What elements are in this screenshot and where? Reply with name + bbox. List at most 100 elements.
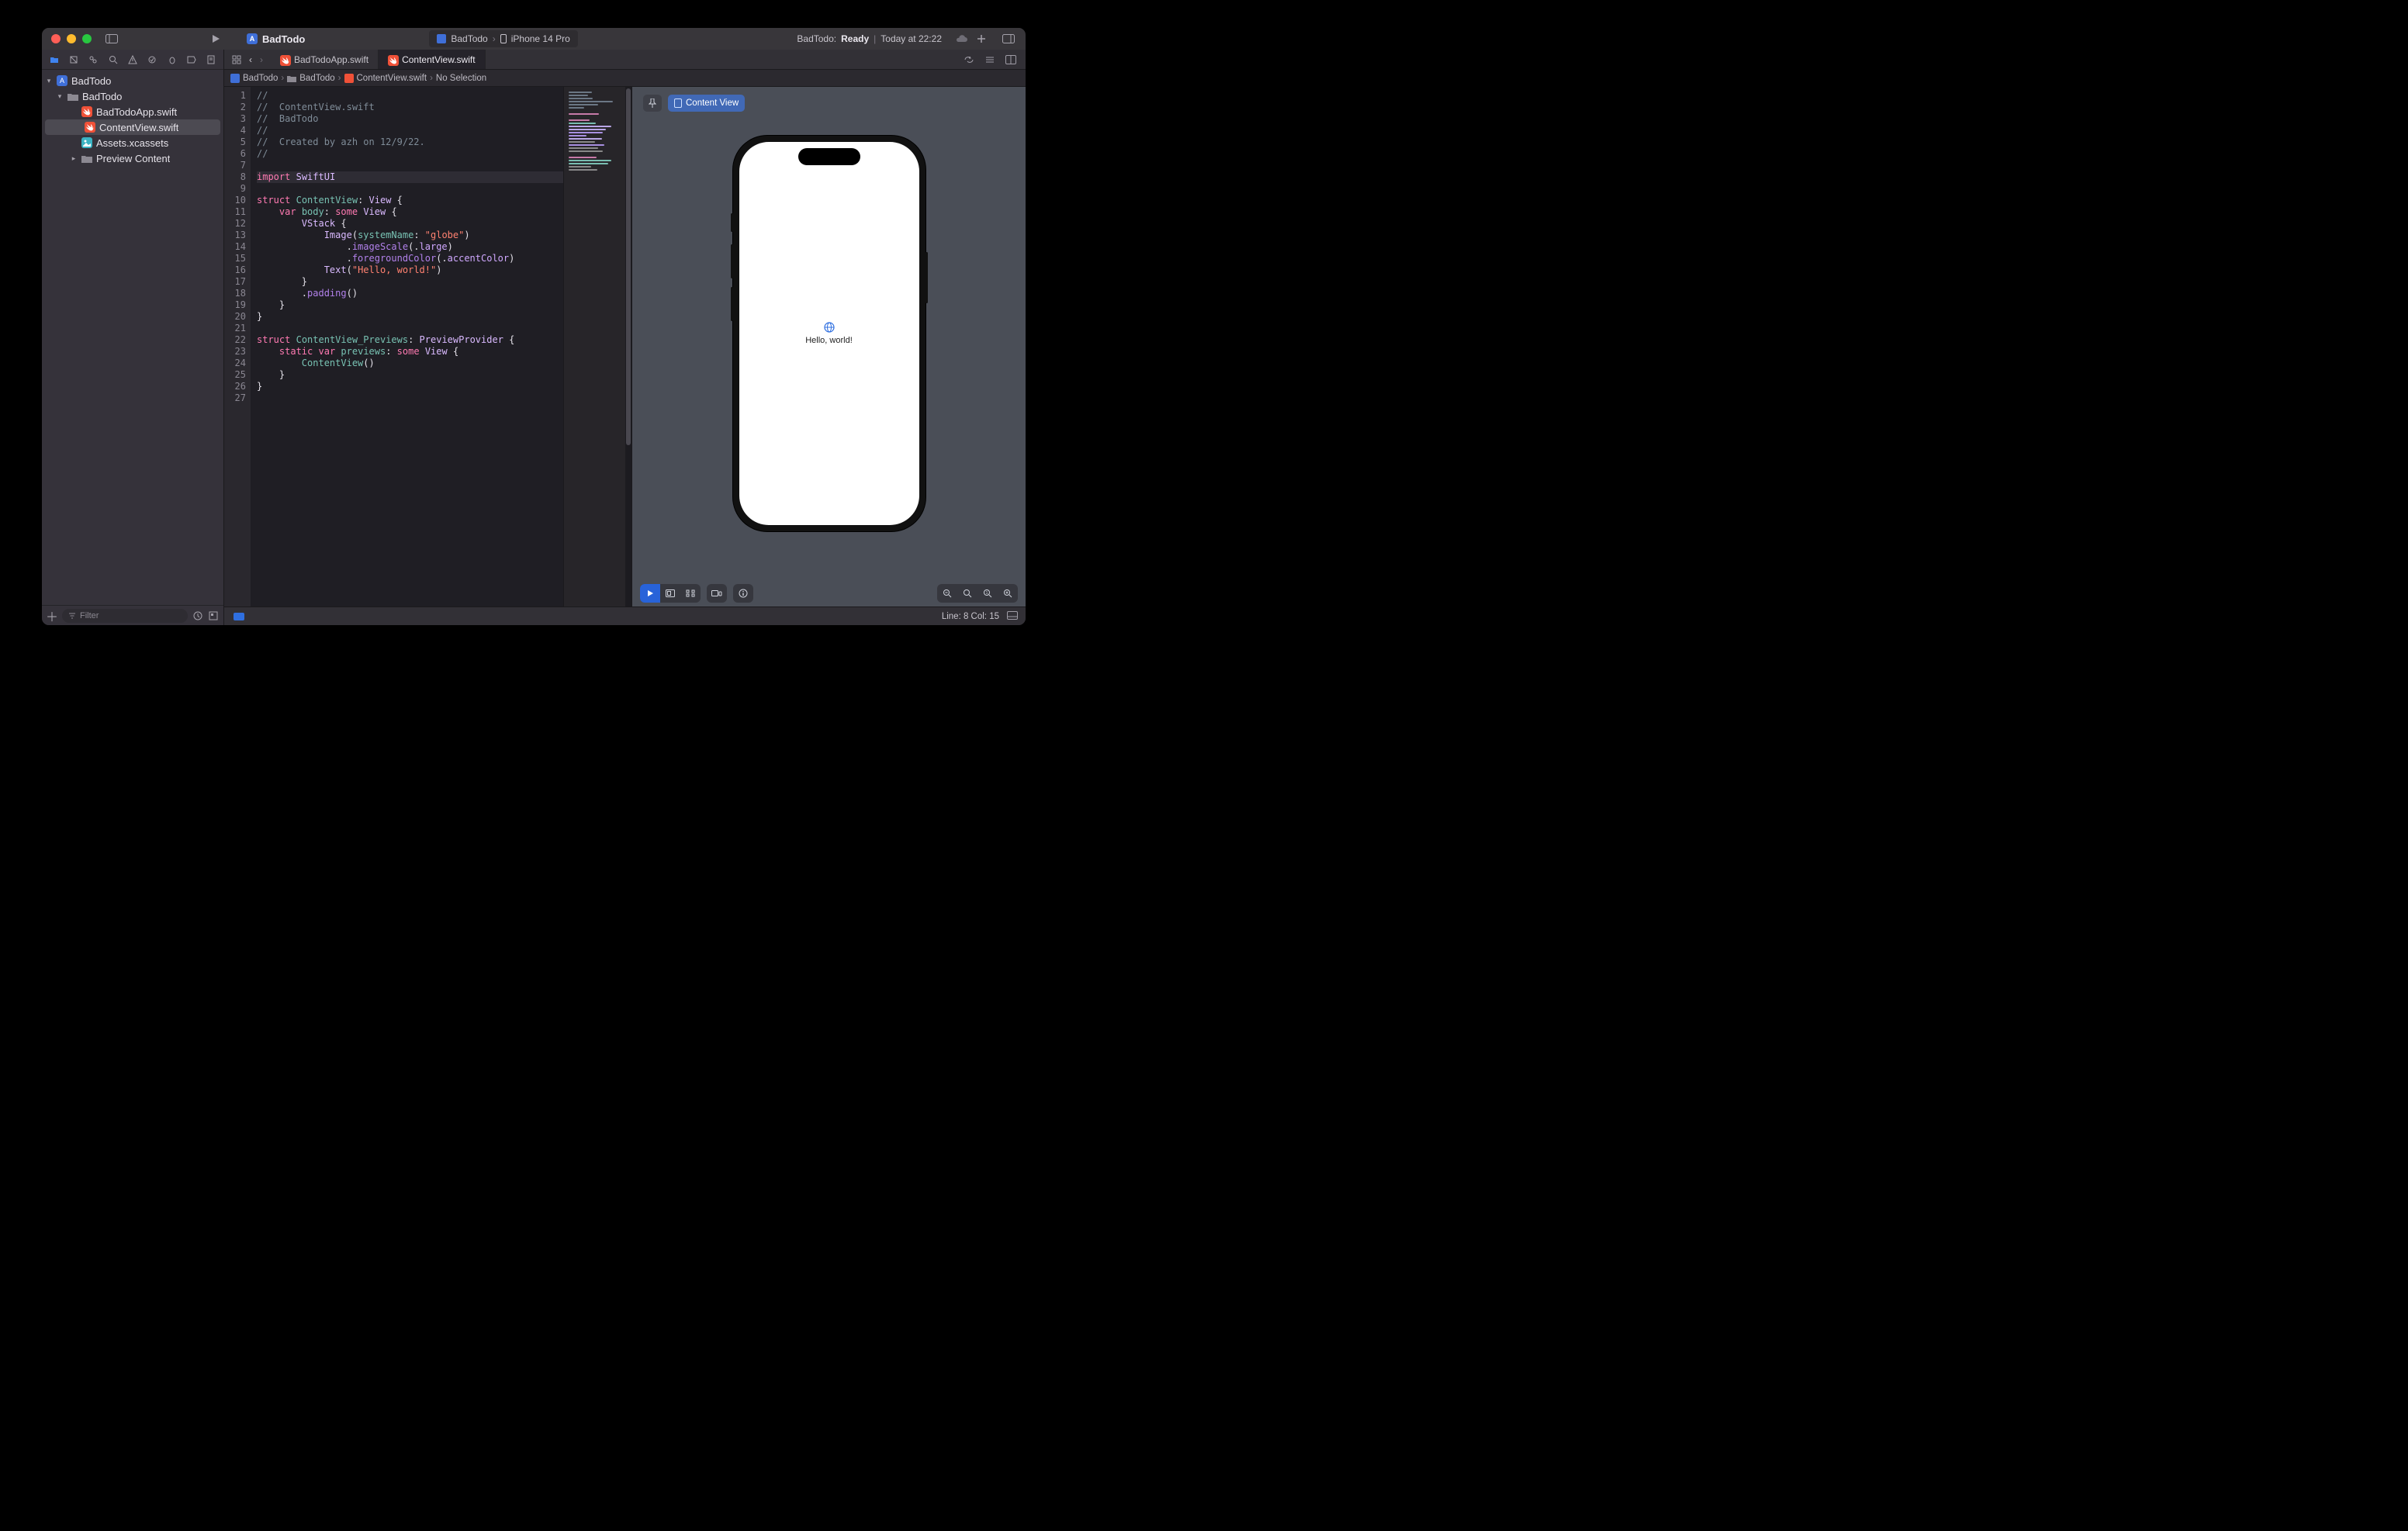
zoom-fit-button[interactable] [957,584,977,603]
swift-icon [84,121,96,133]
tree-item-label: BadTodo [82,91,122,102]
tab-label: BadTodoApp.swift [294,54,368,65]
preview-device-icon [674,98,682,108]
iphone-power-button [925,252,928,303]
preview-info-button[interactable] [733,584,753,603]
disclosure-icon[interactable]: ▾ [56,92,64,101]
preview-selector[interactable]: Content View [668,95,745,112]
code-line[interactable]: struct ContentView: View { [257,195,563,206]
code-line[interactable]: import SwiftUI [257,171,563,183]
code-line[interactable]: // BadTodo [257,113,563,125]
related-items-icon[interactable] [232,55,241,64]
breakpoint-navigator-icon[interactable] [185,54,197,66]
code-line[interactable]: // [257,90,563,102]
code-line[interactable]: } [257,299,563,311]
zoom-actual-button[interactable]: 1 [977,584,998,603]
toggle-debug-area-icon[interactable] [1007,611,1018,622]
add-file-button[interactable]: ＋ [47,610,57,621]
code-line[interactable] [257,323,563,334]
close-window-button[interactable] [51,34,61,43]
adjust-editor-icon[interactable] [985,55,995,64]
device-settings-button[interactable] [707,584,727,603]
code-line[interactable]: } [257,381,563,392]
scheme-selector[interactable]: BadTodo › iPhone 14 Pro [429,30,577,47]
filter-placeholder: Filter [80,611,99,620]
find-navigator-icon[interactable] [107,54,119,66]
code-line[interactable]: var body: some View { [257,206,563,218]
symbol-navigator-icon[interactable] [88,54,99,66]
issue-navigator-icon[interactable] [126,54,138,66]
minimize-window-button[interactable] [67,34,76,43]
code-line[interactable]: ContentView() [257,358,563,369]
disclosure-icon[interactable]: ▸ [70,154,78,163]
filter-input[interactable]: Filter [62,609,188,623]
code-line[interactable]: Text("Hello, world!") [257,264,563,276]
add-assistant-icon[interactable] [1005,55,1016,64]
code-line[interactable] [257,160,563,171]
scrollbar-thumb[interactable] [626,88,631,445]
recent-files-icon[interactable] [192,610,203,621]
variants-preview-button[interactable] [680,584,701,603]
code-line[interactable]: Image(systemName: "globe") [257,230,563,241]
code-line[interactable]: static var previews: some View { [257,346,563,358]
code-line[interactable]: } [257,276,563,288]
scm-status-icon[interactable] [208,610,219,621]
pin-preview-button[interactable] [643,95,662,112]
live-preview-button[interactable] [640,584,660,603]
code-line[interactable]: } [257,311,563,323]
code-line[interactable] [257,392,563,404]
test-navigator-icon[interactable] [147,54,158,66]
editor-tab[interactable]: ContentView.swift [379,50,486,69]
library-icon[interactable] [1002,34,1015,43]
tree-item-label: Assets.xcassets [96,137,168,149]
code-line[interactable]: .padding() [257,288,563,299]
editor-scrollbar[interactable] [625,87,631,607]
code-line[interactable]: .imageScale(.large) [257,241,563,253]
report-navigator-icon[interactable] [206,54,217,66]
project-navigator-icon[interactable] [48,54,60,66]
tree-item[interactable]: ▾ABadTodo [42,73,223,88]
tab-label: ContentView.swift [402,54,476,65]
code-content[interactable]: //// ContentView.swift// BadTodo//// Cre… [251,87,563,607]
zoom-out-button[interactable] [937,584,957,603]
tree-item[interactable]: ContentView.swift [45,119,220,135]
code-editor[interactable]: 1234567891011121314151617181920212223242… [224,87,631,607]
editor-tab[interactable]: BadTodoApp.swift [271,50,379,69]
code-line[interactable]: } [257,369,563,381]
code-line[interactable] [257,183,563,195]
code-line[interactable]: // Created by azh on 12/9/22. [257,137,563,148]
preview-badge-label: Content View [686,98,739,108]
code-line[interactable]: struct ContentView_Previews: PreviewProv… [257,334,563,346]
code-line[interactable]: VStack { [257,218,563,230]
source-control-navigator-icon[interactable] [67,54,79,66]
scheme-device: iPhone 14 Pro [511,33,570,44]
add-editor-icon[interactable] [976,33,987,44]
tree-item[interactable]: BadTodoApp.swift [42,104,223,119]
nav-forward-icon[interactable]: › [260,54,263,65]
disclosure-icon[interactable]: ▾ [45,77,53,85]
debug-indicator[interactable] [234,613,244,620]
toggle-navigator-icon[interactable] [106,33,118,45]
tree-item[interactable]: Assets.xcassets [42,135,223,150]
nav-back-icon[interactable]: ‹ [249,54,252,65]
zoom-in-button[interactable] [998,584,1018,603]
zoom-window-button[interactable] [82,34,92,43]
code-line[interactable]: // [257,148,563,160]
minimap[interactable] [563,87,625,607]
iphone-screen[interactable]: Hello, world! [739,142,919,525]
iphone-volume-up [731,244,733,278]
tree-item[interactable]: ▸Preview Content [42,150,223,166]
jump-bar[interactable]: BadTodo › BadTodo › ContentView.swift › … [224,70,1026,87]
run-button[interactable] [206,29,225,48]
canvas-refresh-icon[interactable] [964,55,974,64]
code-line[interactable]: // [257,125,563,137]
swift-icon [81,105,93,118]
code-line[interactable]: // ContentView.swift [257,102,563,113]
tab-bar: ‹ › BadTodoApp.swift ContentView.swift [224,50,1026,70]
project-tree[interactable]: ▾ABadTodo▾BadTodoBadTodoApp.swiftContent… [42,70,223,605]
line-col-indicator: Line: 8 Col: 15 [942,612,999,621]
code-line[interactable]: .foregroundColor(.accentColor) [257,253,563,264]
tree-item[interactable]: ▾ BadTodo [42,88,223,104]
debug-navigator-icon[interactable] [166,54,178,66]
selectable-preview-button[interactable] [660,584,680,603]
